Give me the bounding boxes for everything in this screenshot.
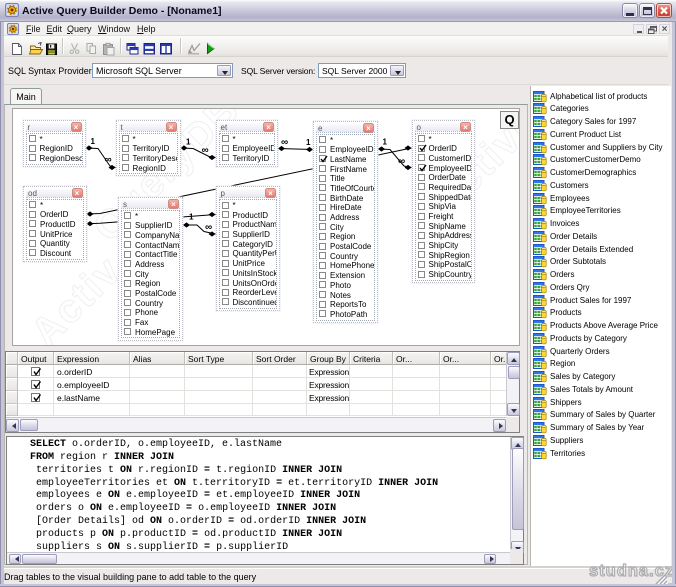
svg-text:∞: ∞ xyxy=(398,156,405,167)
svg-text:∞: ∞ xyxy=(105,155,112,166)
svg-text:1: 1 xyxy=(189,213,194,222)
svg-text:∞: ∞ xyxy=(205,222,212,233)
svg-text:1: 1 xyxy=(383,138,388,147)
svg-text:∞: ∞ xyxy=(202,145,209,156)
svg-text:1: 1 xyxy=(306,138,311,147)
svg-text:1: 1 xyxy=(91,137,96,146)
svg-text:∞: ∞ xyxy=(281,137,288,148)
svg-text:1: 1 xyxy=(186,138,191,147)
